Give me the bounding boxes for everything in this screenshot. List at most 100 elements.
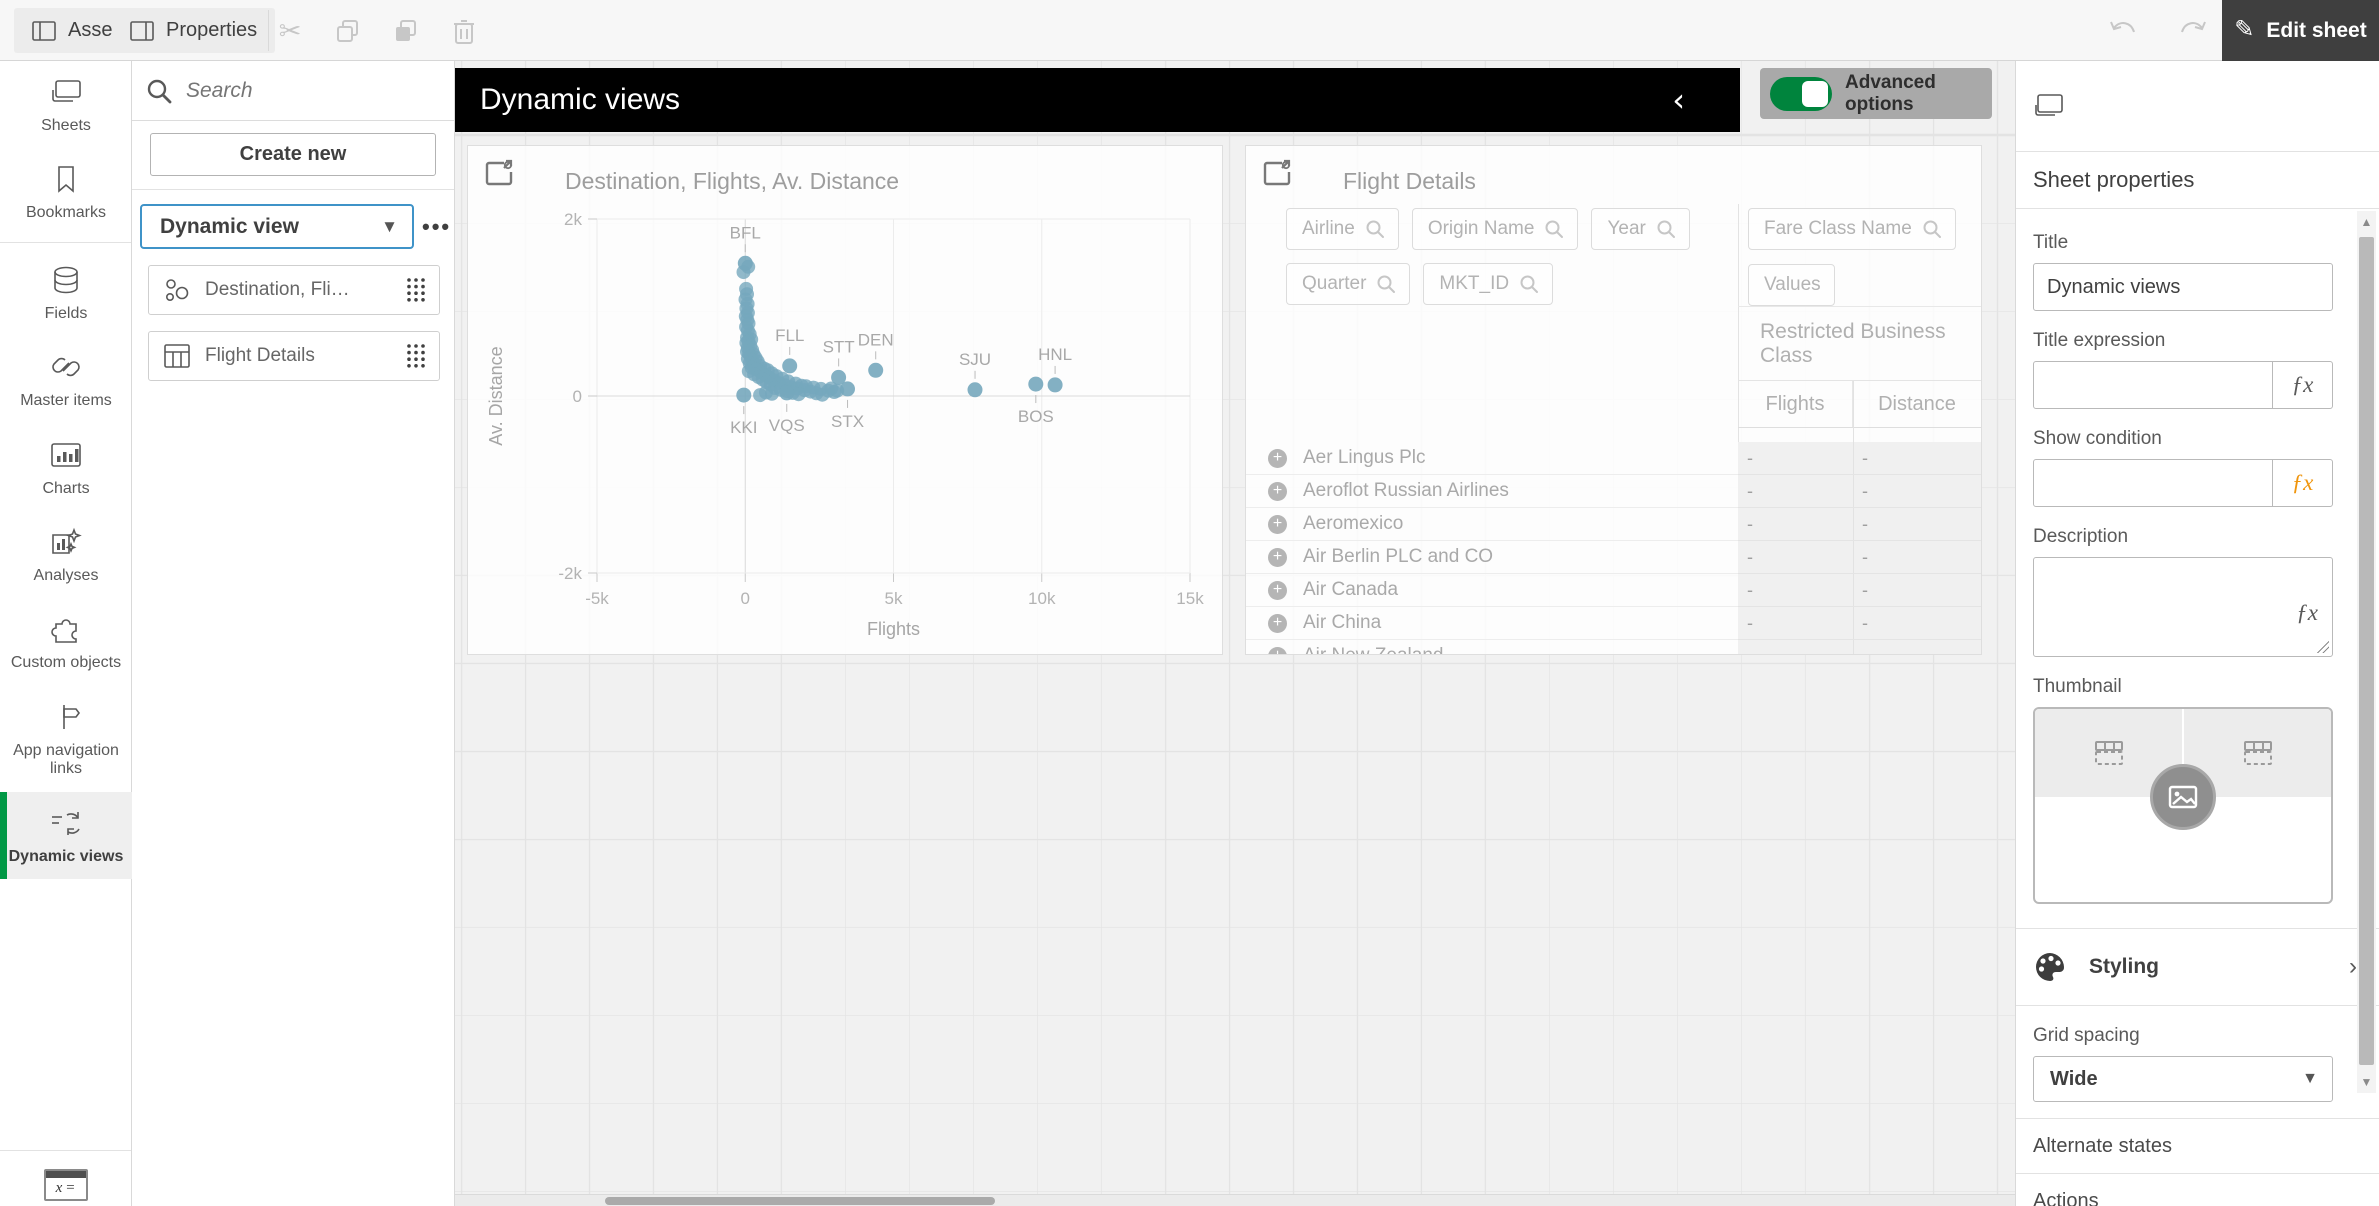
delete-icon[interactable]: [446, 14, 482, 48]
table-row[interactable]: + Air Berlin PLC and CO - -: [1246, 541, 1981, 574]
palette-icon: [2033, 951, 2067, 983]
table-row[interactable]: + Air New Zealand --: [1246, 640, 1981, 654]
table-row[interactable]: + Aeroflot Russian Airlines - -: [1246, 475, 1981, 508]
scatter-chart-panel[interactable]: Destination, Flights, Av. Distance -5k 0 5…: [467, 145, 1223, 655]
drag-handle-icon[interactable]: [405, 276, 427, 304]
measure-filter-chips: Fare Class Name Values: [1748, 208, 1976, 306]
horizontal-scrollbar[interactable]: [455, 1194, 2015, 1206]
sheet-titlebar: Dynamic views ‹: [455, 68, 1740, 132]
dynamic-view-selector[interactable]: Dynamic view ▼: [140, 204, 414, 249]
vertical-scrollbar[interactable]: ▲ ▼: [2357, 211, 2376, 1093]
alternate-states-section[interactable]: Alternate states: [2016, 1119, 2379, 1173]
expand-plus-icon[interactable]: +: [1268, 613, 1287, 633]
section-divider: [2016, 1005, 2379, 1006]
sidebar-item-bookmarks[interactable]: Bookmarks: [0, 148, 132, 235]
grid-spacing-select[interactable]: Wide ▼: [2033, 1056, 2333, 1102]
description-fx-button[interactable]: ƒx: [2296, 600, 2318, 626]
table-row[interactable]: + Air Canada - -: [1246, 574, 1981, 607]
svg-text:5k: 5k: [885, 589, 903, 608]
vertical-scrollbar-thumb[interactable]: [2359, 237, 2374, 1065]
show-condition-input[interactable]: [2034, 460, 2272, 506]
table-row[interactable]: + Air China - -: [1246, 607, 1981, 640]
svg-text:Av. Distance: Av. Distance: [486, 346, 506, 445]
sidebar-item-label: Dynamic views: [8, 847, 124, 865]
scatter-plot[interactable]: -5k 0 5k 10k 15k 2k 0 -2k Flights Av. Distance BFL…: [468, 146, 1224, 656]
collapse-chevron-left-icon[interactable]: ‹: [1672, 81, 1685, 119]
group-column-header: Restricted Business Class: [1738, 306, 1981, 381]
drag-handle-icon[interactable]: [405, 342, 427, 370]
flight-details-panel[interactable]: Flight Details Airline Origin Name Year Qua…: [1245, 145, 1982, 655]
filter-chip-airline[interactable]: Airline: [1286, 208, 1399, 250]
thumbnail-preview[interactable]: [2033, 707, 2333, 904]
properties-panel-toggle-button[interactable]: Properties: [112, 8, 276, 53]
svg-text:BFL: BFL: [730, 223, 761, 242]
sheet-title: Dynamic views: [480, 83, 681, 116]
filter-chip-quarter[interactable]: Quarter: [1286, 263, 1411, 305]
column-header-flights[interactable]: Flights: [1738, 381, 1853, 427]
sidebar-item-label: App navigation links: [13, 741, 119, 778]
svg-text:STT: STT: [823, 337, 855, 356]
filter-chip-origin-name[interactable]: Origin Name: [1411, 208, 1579, 250]
filter-chip-fare-class-name[interactable]: Fare Class Name: [1748, 208, 1956, 250]
horizontal-scrollbar-thumb[interactable]: [605, 1197, 995, 1205]
chip-label: Airline: [1302, 218, 1355, 239]
title-expression-input-wrap: ƒx: [2033, 361, 2333, 409]
change-thumbnail-button[interactable]: [2150, 764, 2216, 830]
undo-icon[interactable]: [2105, 14, 2141, 48]
sidebar-item-fields[interactable]: Fields: [0, 249, 132, 336]
expand-plus-icon[interactable]: +: [1268, 547, 1287, 567]
redo-icon[interactable]: [2175, 14, 2211, 48]
title-expression-input[interactable]: [2034, 362, 2272, 408]
edit-sheet-button[interactable]: ✎ Edit sheet: [2222, 0, 2379, 61]
grid-spacing-value: Wide: [2050, 1067, 2098, 1090]
distance-value: -: [1853, 607, 1981, 640]
chip-label: Year: [1607, 218, 1646, 239]
filter-chip-year[interactable]: Year: [1591, 208, 1690, 250]
sidebar-item-analyses[interactable]: Analyses: [0, 511, 132, 598]
title-input[interactable]: [2034, 264, 2332, 310]
asset-item-table[interactable]: Flight Details: [148, 331, 440, 381]
create-new-button[interactable]: Create new: [150, 133, 436, 176]
sidebar-item-custom-objects[interactable]: Custom objects: [0, 598, 132, 685]
more-options-button[interactable]: •••: [422, 214, 451, 240]
expand-plus-icon[interactable]: +: [1268, 448, 1287, 468]
sidebar-item-label: Master items: [20, 392, 112, 410]
title-expression-label: Title expression: [2033, 330, 2166, 351]
advanced-options-toggle[interactable]: [1770, 76, 1832, 111]
svg-text:STX: STX: [831, 412, 864, 431]
sidebar-item-app-navigation-links[interactable]: App navigation links: [0, 686, 132, 792]
title-expression-fx-button[interactable]: ƒx: [2272, 362, 2332, 408]
create-new-label: Create new: [239, 143, 347, 165]
table-row[interactable]: + Aer Lingus Plc - -: [1246, 442, 1981, 475]
show-condition-fx-button[interactable]: ƒx: [2272, 460, 2332, 506]
expand-plus-icon[interactable]: +: [1268, 580, 1287, 600]
sidebar-item-charts[interactable]: Charts: [0, 424, 132, 511]
sheet-icon: [2034, 93, 2064, 119]
description-textarea[interactable]: ƒx: [2033, 557, 2333, 657]
distance-value: -: [1853, 508, 1981, 541]
thumbnail-label: Thumbnail: [2033, 676, 2122, 697]
search-input[interactable]: [186, 78, 460, 103]
scroll-down-icon[interactable]: ▼: [2357, 1071, 2376, 1093]
expand-plus-icon[interactable]: +: [1268, 514, 1287, 534]
expand-plus-icon[interactable]: +: [1268, 646, 1287, 654]
filter-chip-mkt-id[interactable]: MKT_ID: [1423, 263, 1554, 305]
actions-section[interactable]: Actions: [2016, 1174, 2379, 1206]
table-chart-icon: [163, 343, 191, 369]
cut-icon[interactable]: ✂: [272, 14, 308, 48]
table-row[interactable]: + Aeromexico - -: [1246, 508, 1981, 541]
expand-plus-icon[interactable]: +: [1268, 481, 1287, 501]
resize-handle-icon[interactable]: [2317, 641, 2329, 653]
sidebar-item-master-items[interactable]: Master items: [0, 336, 132, 423]
asset-item-scatter[interactable]: Destination, Fli…: [148, 265, 440, 315]
paste-icon[interactable]: [388, 14, 424, 48]
sidebar-item-dynamic-views[interactable]: Dynamic views: [0, 791, 132, 880]
column-header-distance[interactable]: Distance: [1853, 381, 1981, 427]
copy-icon[interactable]: [330, 14, 366, 48]
svg-text:VQS: VQS: [769, 416, 805, 435]
scroll-up-icon[interactable]: ▲: [2357, 211, 2376, 233]
styling-section-button[interactable]: Styling ›: [2033, 929, 2357, 1005]
variables-expression-button[interactable]: x =: [43, 1169, 88, 1201]
values-chip[interactable]: Values: [1748, 264, 1835, 306]
sidebar-item-sheets[interactable]: Sheets: [0, 61, 132, 148]
